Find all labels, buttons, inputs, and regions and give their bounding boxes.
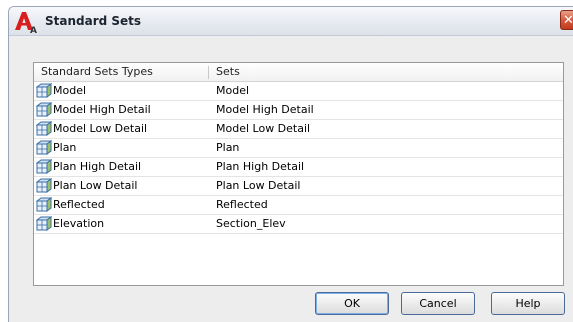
cell-set: Model High Detail xyxy=(216,103,314,116)
display-set-icon xyxy=(36,178,52,193)
display-set-icon xyxy=(36,140,52,155)
cell-set: Plan Low Detail xyxy=(216,179,301,192)
column-divider[interactable] xyxy=(208,66,209,79)
cell-set: Section_Elev xyxy=(216,217,286,230)
display-set-icon xyxy=(36,83,52,98)
cell-standard-set-type: Model Low Detail xyxy=(53,122,148,135)
cell-standard-set-type: Model xyxy=(53,84,87,97)
window-title: Standard Sets xyxy=(45,14,142,28)
autocad-a-icon: A xyxy=(15,12,37,34)
cell-set: Model xyxy=(216,84,250,97)
table-row[interactable]: Reflected Reflected xyxy=(34,196,563,215)
column-header-sets[interactable]: Sets xyxy=(216,63,240,81)
cell-standard-set-type: Plan High Detail xyxy=(53,160,142,173)
display-set-icon xyxy=(36,121,52,136)
column-header-standard-sets-types[interactable]: Standard Sets Types xyxy=(41,63,153,81)
table-row[interactable]: Model High Detail Model High Detail xyxy=(34,101,563,120)
cell-standard-set-type: Plan xyxy=(53,141,77,154)
table-row[interactable]: Model Low Detail Model Low Detail xyxy=(34,120,563,139)
list-header: Standard Sets Types Sets xyxy=(34,63,563,82)
table-row[interactable]: Elevation Section_Elev xyxy=(34,215,563,234)
ok-button[interactable]: OK xyxy=(315,292,389,315)
cell-set: Plan xyxy=(216,141,240,154)
cell-standard-set-type: Model High Detail xyxy=(53,103,151,116)
help-button[interactable]: Help xyxy=(491,292,565,315)
cancel-button[interactable]: Cancel xyxy=(401,292,475,315)
cell-standard-set-type: Elevation xyxy=(53,217,105,230)
svg-text:A: A xyxy=(30,26,37,34)
cell-standard-set-type: Plan Low Detail xyxy=(53,179,138,192)
cell-set: Plan High Detail xyxy=(216,160,305,173)
standard-sets-list[interactable]: Standard Sets Types Sets Model Model Model… xyxy=(33,62,564,286)
close-icon: ✕ xyxy=(563,13,573,28)
cell-standard-set-type: Reflected xyxy=(53,198,105,211)
table-row[interactable]: Plan High Detail Plan High Detail xyxy=(34,158,563,177)
title-bar[interactable]: A Standard Sets ✕ xyxy=(9,7,573,36)
cell-set: Reflected xyxy=(216,198,268,211)
display-set-icon xyxy=(36,159,52,174)
table-row[interactable]: Plan Plan xyxy=(34,139,563,158)
table-row[interactable]: Plan Low Detail Plan Low Detail xyxy=(34,177,563,196)
display-set-icon xyxy=(36,102,52,117)
standard-sets-dialog: A Standard Sets ✕ Standard Sets Types Se… xyxy=(8,6,573,322)
display-set-icon xyxy=(36,197,52,212)
display-set-icon xyxy=(36,216,52,231)
table-row[interactable]: Model Model xyxy=(34,82,563,101)
close-button[interactable]: ✕ xyxy=(560,10,573,30)
cell-set: Model Low Detail xyxy=(216,122,311,135)
